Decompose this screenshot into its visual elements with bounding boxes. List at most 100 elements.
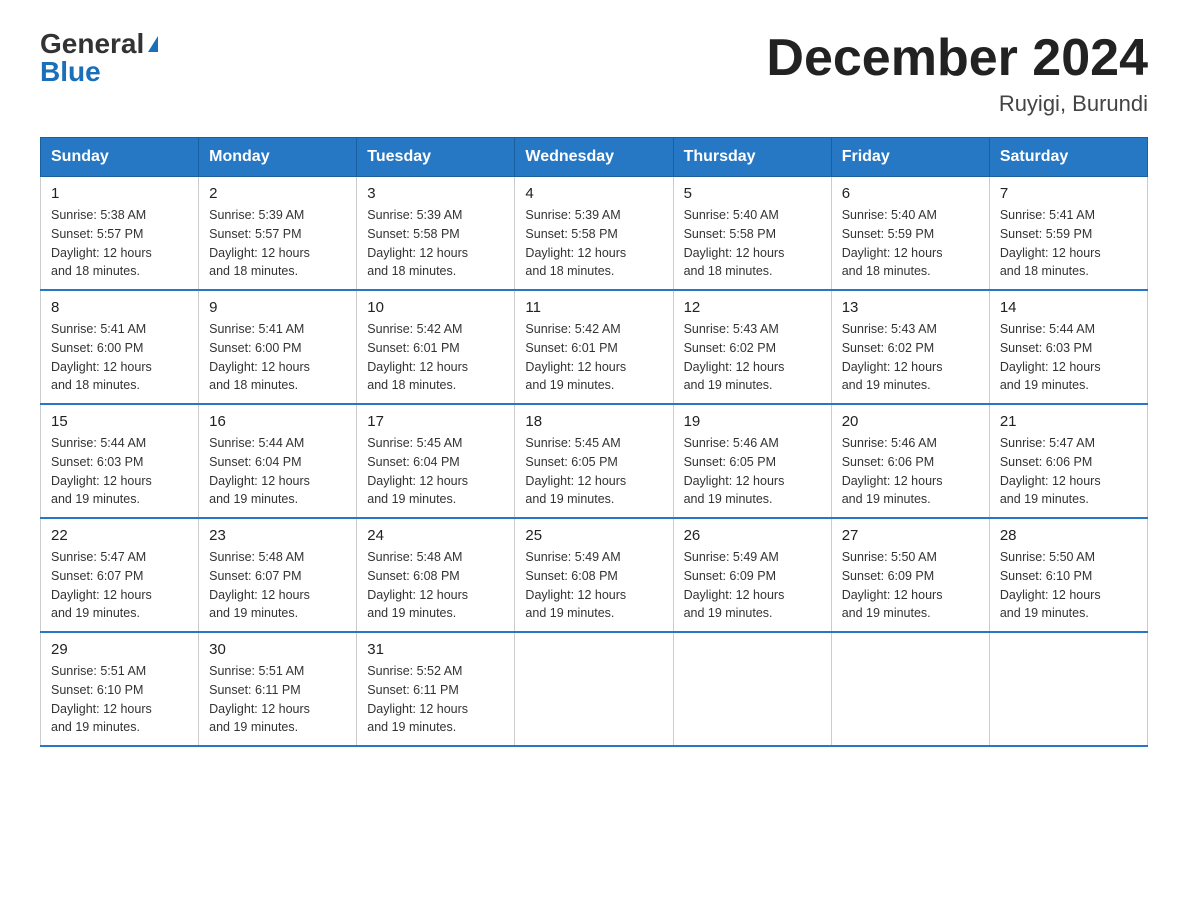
header-day-tuesday: Tuesday bbox=[357, 138, 515, 177]
title-section: December 2024 Ruyigi, Burundi bbox=[766, 30, 1148, 117]
day-cell: 22 Sunrise: 5:47 AMSunset: 6:07 PMDaylig… bbox=[41, 518, 199, 632]
day-cell: 29 Sunrise: 5:51 AMSunset: 6:10 PMDaylig… bbox=[41, 632, 199, 746]
day-number: 14 bbox=[1000, 299, 1137, 316]
logo-triangle-icon bbox=[148, 36, 158, 52]
day-cell: 12 Sunrise: 5:43 AMSunset: 6:02 PMDaylig… bbox=[673, 290, 831, 404]
day-cell: 11 Sunrise: 5:42 AMSunset: 6:01 PMDaylig… bbox=[515, 290, 673, 404]
day-cell: 24 Sunrise: 5:48 AMSunset: 6:08 PMDaylig… bbox=[357, 518, 515, 632]
logo-general-text: General bbox=[40, 30, 144, 58]
day-info: Sunrise: 5:49 AMSunset: 6:08 PMDaylight:… bbox=[525, 550, 626, 620]
day-cell bbox=[515, 632, 673, 746]
day-cell: 25 Sunrise: 5:49 AMSunset: 6:08 PMDaylig… bbox=[515, 518, 673, 632]
month-title: December 2024 bbox=[766, 30, 1148, 87]
day-info: Sunrise: 5:40 AMSunset: 5:59 PMDaylight:… bbox=[842, 208, 943, 278]
day-info: Sunrise: 5:41 AMSunset: 6:00 PMDaylight:… bbox=[51, 322, 152, 392]
day-number: 28 bbox=[1000, 527, 1137, 544]
day-number: 4 bbox=[525, 185, 662, 202]
day-info: Sunrise: 5:40 AMSunset: 5:58 PMDaylight:… bbox=[684, 208, 785, 278]
day-cell: 28 Sunrise: 5:50 AMSunset: 6:10 PMDaylig… bbox=[989, 518, 1147, 632]
day-cell bbox=[831, 632, 989, 746]
day-cell: 3 Sunrise: 5:39 AMSunset: 5:58 PMDayligh… bbox=[357, 177, 515, 291]
day-cell: 21 Sunrise: 5:47 AMSunset: 6:06 PMDaylig… bbox=[989, 404, 1147, 518]
day-cell: 8 Sunrise: 5:41 AMSunset: 6:00 PMDayligh… bbox=[41, 290, 199, 404]
logo: General Blue bbox=[40, 30, 158, 86]
day-info: Sunrise: 5:47 AMSunset: 6:07 PMDaylight:… bbox=[51, 550, 152, 620]
day-cell: 9 Sunrise: 5:41 AMSunset: 6:00 PMDayligh… bbox=[199, 290, 357, 404]
day-info: Sunrise: 5:50 AMSunset: 6:09 PMDaylight:… bbox=[842, 550, 943, 620]
day-info: Sunrise: 5:48 AMSunset: 6:08 PMDaylight:… bbox=[367, 550, 468, 620]
page-header: General Blue December 2024 Ruyigi, Burun… bbox=[40, 30, 1148, 117]
day-number: 17 bbox=[367, 413, 504, 430]
day-number: 11 bbox=[525, 299, 662, 316]
day-cell: 5 Sunrise: 5:40 AMSunset: 5:58 PMDayligh… bbox=[673, 177, 831, 291]
day-number: 31 bbox=[367, 641, 504, 658]
header-day-saturday: Saturday bbox=[989, 138, 1147, 177]
day-number: 29 bbox=[51, 641, 188, 658]
day-info: Sunrise: 5:39 AMSunset: 5:58 PMDaylight:… bbox=[525, 208, 626, 278]
day-number: 20 bbox=[842, 413, 979, 430]
day-number: 12 bbox=[684, 299, 821, 316]
day-info: Sunrise: 5:43 AMSunset: 6:02 PMDaylight:… bbox=[842, 322, 943, 392]
header-row: SundayMondayTuesdayWednesdayThursdayFrid… bbox=[41, 138, 1148, 177]
day-number: 5 bbox=[684, 185, 821, 202]
day-info: Sunrise: 5:39 AMSunset: 5:58 PMDaylight:… bbox=[367, 208, 468, 278]
day-info: Sunrise: 5:43 AMSunset: 6:02 PMDaylight:… bbox=[684, 322, 785, 392]
header-day-monday: Monday bbox=[199, 138, 357, 177]
day-info: Sunrise: 5:45 AMSunset: 6:05 PMDaylight:… bbox=[525, 436, 626, 506]
day-number: 3 bbox=[367, 185, 504, 202]
day-number: 18 bbox=[525, 413, 662, 430]
day-info: Sunrise: 5:49 AMSunset: 6:09 PMDaylight:… bbox=[684, 550, 785, 620]
day-cell: 27 Sunrise: 5:50 AMSunset: 6:09 PMDaylig… bbox=[831, 518, 989, 632]
day-cell: 15 Sunrise: 5:44 AMSunset: 6:03 PMDaylig… bbox=[41, 404, 199, 518]
day-number: 26 bbox=[684, 527, 821, 544]
day-info: Sunrise: 5:52 AMSunset: 6:11 PMDaylight:… bbox=[367, 664, 468, 734]
day-cell: 6 Sunrise: 5:40 AMSunset: 5:59 PMDayligh… bbox=[831, 177, 989, 291]
header-day-wednesday: Wednesday bbox=[515, 138, 673, 177]
day-info: Sunrise: 5:46 AMSunset: 6:05 PMDaylight:… bbox=[684, 436, 785, 506]
day-cell: 10 Sunrise: 5:42 AMSunset: 6:01 PMDaylig… bbox=[357, 290, 515, 404]
day-cell: 26 Sunrise: 5:49 AMSunset: 6:09 PMDaylig… bbox=[673, 518, 831, 632]
day-info: Sunrise: 5:41 AMSunset: 6:00 PMDaylight:… bbox=[209, 322, 310, 392]
day-info: Sunrise: 5:42 AMSunset: 6:01 PMDaylight:… bbox=[367, 322, 468, 392]
location-text: Ruyigi, Burundi bbox=[766, 91, 1148, 117]
calendar-body: 1 Sunrise: 5:38 AMSunset: 5:57 PMDayligh… bbox=[41, 177, 1148, 747]
day-cell: 4 Sunrise: 5:39 AMSunset: 5:58 PMDayligh… bbox=[515, 177, 673, 291]
day-cell: 14 Sunrise: 5:44 AMSunset: 6:03 PMDaylig… bbox=[989, 290, 1147, 404]
calendar-table: SundayMondayTuesdayWednesdayThursdayFrid… bbox=[40, 137, 1148, 747]
day-number: 7 bbox=[1000, 185, 1137, 202]
day-cell: 19 Sunrise: 5:46 AMSunset: 6:05 PMDaylig… bbox=[673, 404, 831, 518]
day-cell: 1 Sunrise: 5:38 AMSunset: 5:57 PMDayligh… bbox=[41, 177, 199, 291]
day-cell: 2 Sunrise: 5:39 AMSunset: 5:57 PMDayligh… bbox=[199, 177, 357, 291]
day-cell bbox=[989, 632, 1147, 746]
day-info: Sunrise: 5:44 AMSunset: 6:03 PMDaylight:… bbox=[1000, 322, 1101, 392]
day-number: 15 bbox=[51, 413, 188, 430]
day-number: 2 bbox=[209, 185, 346, 202]
week-row-1: 1 Sunrise: 5:38 AMSunset: 5:57 PMDayligh… bbox=[41, 177, 1148, 291]
day-number: 19 bbox=[684, 413, 821, 430]
day-cell: 31 Sunrise: 5:52 AMSunset: 6:11 PMDaylig… bbox=[357, 632, 515, 746]
day-info: Sunrise: 5:41 AMSunset: 5:59 PMDaylight:… bbox=[1000, 208, 1101, 278]
day-cell: 18 Sunrise: 5:45 AMSunset: 6:05 PMDaylig… bbox=[515, 404, 673, 518]
week-row-4: 22 Sunrise: 5:47 AMSunset: 6:07 PMDaylig… bbox=[41, 518, 1148, 632]
calendar-header: SundayMondayTuesdayWednesdayThursdayFrid… bbox=[41, 138, 1148, 177]
day-number: 6 bbox=[842, 185, 979, 202]
header-day-sunday: Sunday bbox=[41, 138, 199, 177]
header-day-friday: Friday bbox=[831, 138, 989, 177]
day-info: Sunrise: 5:46 AMSunset: 6:06 PMDaylight:… bbox=[842, 436, 943, 506]
day-info: Sunrise: 5:48 AMSunset: 6:07 PMDaylight:… bbox=[209, 550, 310, 620]
day-number: 27 bbox=[842, 527, 979, 544]
day-number: 16 bbox=[209, 413, 346, 430]
header-day-thursday: Thursday bbox=[673, 138, 831, 177]
logo-blue-text: Blue bbox=[40, 58, 101, 86]
day-cell: 16 Sunrise: 5:44 AMSunset: 6:04 PMDaylig… bbox=[199, 404, 357, 518]
day-number: 13 bbox=[842, 299, 979, 316]
day-info: Sunrise: 5:39 AMSunset: 5:57 PMDaylight:… bbox=[209, 208, 310, 278]
day-cell: 30 Sunrise: 5:51 AMSunset: 6:11 PMDaylig… bbox=[199, 632, 357, 746]
day-cell bbox=[673, 632, 831, 746]
day-number: 21 bbox=[1000, 413, 1137, 430]
week-row-5: 29 Sunrise: 5:51 AMSunset: 6:10 PMDaylig… bbox=[41, 632, 1148, 746]
day-number: 25 bbox=[525, 527, 662, 544]
day-cell: 7 Sunrise: 5:41 AMSunset: 5:59 PMDayligh… bbox=[989, 177, 1147, 291]
day-cell: 17 Sunrise: 5:45 AMSunset: 6:04 PMDaylig… bbox=[357, 404, 515, 518]
day-number: 30 bbox=[209, 641, 346, 658]
